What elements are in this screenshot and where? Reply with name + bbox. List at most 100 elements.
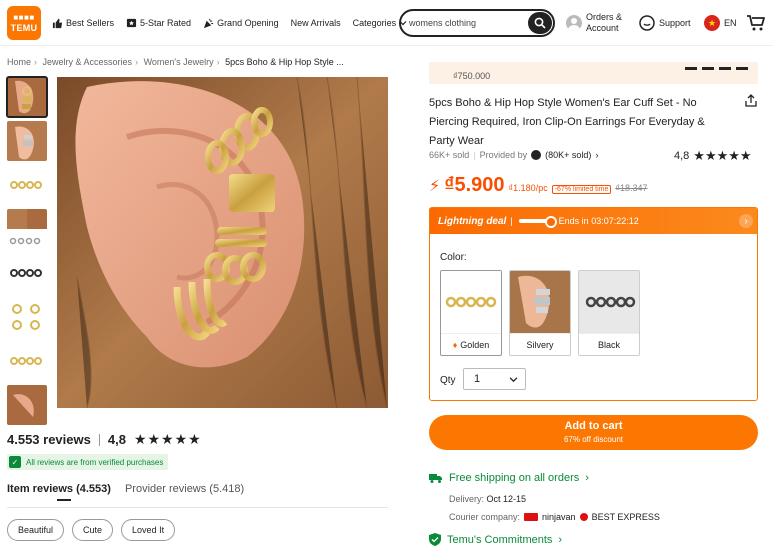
- support-icon: [639, 15, 655, 31]
- sold-count: 66K+ sold: [429, 150, 470, 160]
- star-box-icon: [126, 18, 137, 27]
- reviews-summary: 4.553 reviews 4,8 ★★★★★: [7, 431, 202, 448]
- top-header: ■■■■ TEMU Best Sellers 5-Star Rated Gran…: [0, 0, 773, 46]
- product-title: 5pcs Boho & Hip Hop Style Women's Ear Cu…: [429, 97, 705, 147]
- reviews-rating: 4,8: [107, 432, 126, 447]
- thumbs-up-icon: [52, 18, 63, 28]
- temu-logo[interactable]: ■■■■ TEMU: [7, 6, 41, 40]
- qty-select[interactable]: 1: [463, 368, 526, 390]
- discount-badge: -67% limited time: [551, 185, 612, 194]
- chevron-right-icon: ›: [558, 533, 563, 546]
- share-icon: [745, 94, 757, 107]
- qty-value: 1: [474, 373, 481, 385]
- search-button[interactable]: [528, 12, 552, 34]
- add-to-cart-button[interactable]: Add to cart 67% off discount: [429, 415, 758, 450]
- flame-icon: ♦: [452, 339, 458, 350]
- share-button[interactable]: [744, 94, 758, 111]
- search-input[interactable]: [409, 18, 529, 28]
- tab-item-reviews[interactable]: Item reviews (4.553): [7, 483, 111, 501]
- product-rating[interactable]: 4,8 ★★★★★: [674, 148, 752, 164]
- deal-header[interactable]: Lightning deal | Ends in 03:07:22:12 ›: [430, 208, 757, 234]
- deal-progress-bar: [518, 216, 557, 228]
- thumbnail-4[interactable]: [7, 209, 47, 249]
- courier-name-2: BEST EXPRESS: [591, 512, 660, 522]
- breadcrumb-womens-jewelry[interactable]: Women's Jewelry: [144, 57, 214, 67]
- thumbnail-3[interactable]: [7, 165, 47, 205]
- rating-value: 4,8: [674, 150, 690, 162]
- vietnam-flag-icon: ★: [704, 15, 720, 31]
- cart-icon: [747, 15, 765, 31]
- breadcrumb-home[interactable]: Home: [7, 57, 31, 67]
- reviews-count: 4.553 reviews: [7, 432, 91, 447]
- product-meta: 66K+ sold | Provided by (80K+ sold) ›: [429, 150, 599, 160]
- previous-price: ₫750.000: [453, 71, 491, 81]
- orders-label: Orders & Account: [586, 12, 623, 33]
- dashes: [685, 67, 748, 70]
- chip-loved-it[interactable]: Loved It: [121, 519, 176, 541]
- qty-label: Qty: [440, 375, 456, 386]
- thumbnail-7[interactable]: [7, 341, 47, 381]
- party-icon: [203, 18, 214, 28]
- search-bar: [399, 9, 555, 37]
- deal-countdown: Ends in 03:07:22:12: [558, 216, 639, 226]
- courier-name-1: ninjavan: [542, 512, 576, 522]
- old-price: ₫18.347: [615, 183, 648, 193]
- delivery-info: Delivery: Oct 12-15: [449, 494, 526, 504]
- user-icon: [566, 15, 582, 31]
- price-row: ⚡ ₫5.900 ₫1.180/pc -67% limited time ₫18…: [429, 174, 648, 197]
- lightning-deal-panel: Lightning deal | Ends in 03:07:22:12 › C…: [429, 207, 758, 401]
- chevron-right-icon: ›: [595, 150, 599, 160]
- orders-account[interactable]: Orders & Account: [566, 12, 622, 34]
- breadcrumb-current: 5pcs Boho & Hip Hop Style ...: [225, 57, 344, 67]
- shield-check-icon: [429, 533, 441, 546]
- truck-icon: [429, 474, 442, 483]
- swatch-silvery[interactable]: Silvery: [509, 270, 571, 356]
- deal-label: Lightning deal: [438, 215, 507, 227]
- courier-info: Courier company: ninjavan BEST EXPRESS: [449, 512, 660, 522]
- swatch-label: Silvery: [510, 333, 570, 355]
- review-tabs: Item reviews (4.553) Provider reviews (5…: [7, 483, 244, 501]
- product-main-image[interactable]: [57, 77, 388, 408]
- provider-logo-icon: [531, 150, 542, 160]
- thumbnail-5[interactable]: [7, 253, 47, 293]
- swatch-black[interactable]: Black: [578, 270, 640, 356]
- verified-badge: ✓ All reviews are from verified purchase…: [7, 454, 169, 470]
- free-shipping-link[interactable]: Free shipping on all orders ›: [429, 472, 589, 484]
- breadcrumb-jewelry[interactable]: Jewelry & Accessories: [43, 57, 133, 67]
- support-link[interactable]: Support: [639, 15, 691, 31]
- thumbnail-strip: [6, 76, 48, 429]
- chevron-down-icon: [509, 377, 518, 383]
- nav-five-star-rated[interactable]: 5-Star Rated: [126, 18, 191, 29]
- main-nav: Best Sellers 5-Star Rated Grand Opening …: [52, 0, 407, 46]
- nav-new-arrivals[interactable]: New Arrivals: [291, 18, 341, 28]
- swatch-image: [579, 271, 639, 333]
- chip-beautiful[interactable]: Beautiful: [7, 519, 65, 541]
- thumbnail-6[interactable]: [7, 297, 47, 337]
- delivery-value: Oct 12-15: [486, 494, 527, 504]
- nav-best-sellers[interactable]: Best Sellers: [52, 18, 114, 29]
- nav-grand-opening[interactable]: Grand Opening: [203, 18, 279, 29]
- search-icon: [534, 17, 546, 29]
- swatch-golden[interactable]: ♦ Golden: [440, 270, 502, 356]
- thumbnail-8[interactable]: [7, 385, 47, 425]
- color-label: Color:: [440, 252, 467, 263]
- provided-by-label: Provided by: [479, 150, 528, 160]
- thumbnail-2[interactable]: [7, 121, 47, 161]
- divider: |: [510, 216, 513, 226]
- thumbnail-1[interactable]: [6, 76, 48, 118]
- delivery-label: Delivery:: [449, 494, 485, 504]
- lightning-icon: ⚡: [429, 178, 441, 195]
- rating-stars: ★★★★★: [133, 431, 202, 447]
- ninjavan-logo-icon: [524, 513, 539, 521]
- rating-stars: ★★★★★: [693, 148, 752, 163]
- swatch-image: [441, 271, 501, 333]
- tab-provider-reviews[interactable]: Provider reviews (5.418): [125, 483, 244, 495]
- chip-cute[interactable]: Cute: [72, 519, 114, 541]
- divider: [7, 507, 388, 508]
- temu-commitments-link[interactable]: Temu's Commitments ›: [429, 533, 562, 546]
- language-selector[interactable]: ★ EN: [704, 15, 737, 31]
- cart-button[interactable]: [746, 14, 766, 35]
- provider-link[interactable]: (80K+ sold): [545, 150, 591, 160]
- color-swatches: ♦ Golden Silvery Black: [440, 270, 640, 356]
- add-to-cart-sub: 67% off discount: [563, 434, 623, 444]
